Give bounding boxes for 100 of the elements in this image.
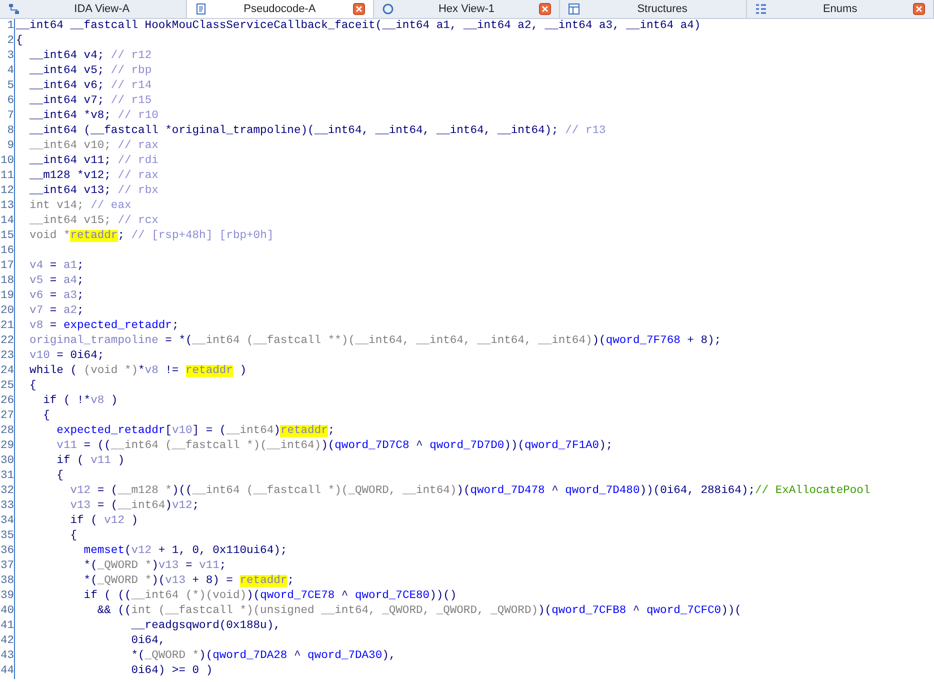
line-number: 35 bbox=[0, 529, 14, 544]
line-number: 19 bbox=[0, 289, 14, 304]
line-number: 40 bbox=[0, 604, 14, 619]
code-line: __int64 v15; // rcx bbox=[28, 214, 158, 229]
line-number: 12 bbox=[0, 184, 14, 199]
code-line: v5 = a4; bbox=[28, 274, 84, 289]
code-line: memset(v12 + 1, 0, 0x110ui64); bbox=[82, 544, 288, 559]
line-number: 37 bbox=[0, 559, 14, 574]
line-number: 29 bbox=[0, 439, 14, 454]
code-line: expected_retaddr[v10] = (__int64)retaddr; bbox=[56, 424, 335, 439]
line-number: 7 bbox=[6, 109, 14, 124]
code-line: if ( ((__int64 (*)(void))(qword_7CE78 ^ qword_7CE80))() bbox=[82, 589, 457, 604]
code-line: v8 = expected_retaddr; bbox=[28, 319, 179, 334]
code-line: *(_QWORD *)v13 = v11; bbox=[82, 559, 226, 574]
line-number: 20 bbox=[0, 304, 14, 319]
code-line: while ( (void *)*v8 != retaddr ) bbox=[28, 364, 247, 379]
tab[interactable]: Pseudocode-A bbox=[186, 0, 374, 18]
line-number: 33 bbox=[0, 499, 14, 514]
line-number: 2 bbox=[6, 34, 14, 49]
line-number: 34 bbox=[0, 514, 14, 529]
code-line: { bbox=[56, 469, 64, 484]
line-number: 31 bbox=[0, 469, 14, 484]
line-number: 39 bbox=[0, 589, 14, 604]
code-line: *(_QWORD *)(v13 + 8) = retaddr; bbox=[82, 574, 294, 589]
line-number: 44 bbox=[0, 664, 14, 679]
code-line: __m128 *v12; // rax bbox=[28, 169, 158, 184]
line-number: 24 bbox=[0, 364, 14, 379]
code-line: 0i64) >= 0 ) bbox=[130, 664, 213, 679]
line-number: 26 bbox=[0, 394, 14, 409]
line-number: 17 bbox=[0, 259, 14, 274]
code-line: int v14; // eax bbox=[28, 199, 132, 214]
tab-label: IDA View-A bbox=[73, 3, 131, 15]
code-line: && ((int (__fastcall *)(unsigned __int64, _QWORD, _QWORD, _QWORD))(qword_7CFB8 ^ qword_7CFC0))( bbox=[96, 604, 742, 619]
code-line: if ( !*v8 ) bbox=[42, 394, 118, 409]
line-number: 5 bbox=[6, 79, 14, 94]
tab-label: Pseudocode-A bbox=[242, 3, 317, 15]
code-line: __int64 (__fastcall *original_trampoline)(__int64, __int64, __int64, __int64); // r13 bbox=[28, 124, 606, 139]
code-line: __int64 v4; // r12 bbox=[28, 49, 152, 64]
code-line: __int64 v10; // rax bbox=[28, 139, 158, 154]
line-number: 8 bbox=[6, 124, 14, 139]
line-number: 25 bbox=[0, 379, 14, 394]
code-line: 0i64, bbox=[130, 634, 166, 649]
line-number: 43 bbox=[0, 649, 14, 664]
tab[interactable]: Enums bbox=[747, 0, 934, 18]
line-number: 9 bbox=[6, 139, 14, 154]
tab[interactable]: Structures bbox=[560, 0, 748, 18]
code-line: v12 = (__m128 *)((__int64 (__fastcall *)(_QWORD, __int64))(qword_7D478 ^ qword_7D480))(0i64, 288i64);// ExAllocatePool bbox=[69, 484, 870, 499]
tab-label: Structures bbox=[636, 3, 688, 15]
code-line: v6 = a3; bbox=[28, 289, 84, 304]
code-line: v10 = 0i64; bbox=[28, 349, 104, 364]
circle-icon bbox=[382, 3, 394, 15]
code-line: if ( v11 ) bbox=[56, 454, 124, 469]
line-number: 42 bbox=[0, 634, 14, 649]
code-line: original_trampoline = *(__int64 (__fastcall **)(__int64, __int64, __int64, __int64))(qword_7F768 + 8); bbox=[28, 334, 722, 349]
document-icon bbox=[194, 3, 207, 15]
line-number: 38 bbox=[0, 574, 14, 589]
tab[interactable]: Hex View-1 bbox=[374, 0, 560, 18]
code-line: v13 = (__int64)v12; bbox=[69, 499, 200, 514]
line-number: 16 bbox=[0, 244, 14, 259]
line-number: 36 bbox=[0, 544, 14, 559]
code-line: __int64 v11; // rdi bbox=[28, 154, 158, 169]
code-line: __int64 v5; // rbp bbox=[28, 64, 152, 79]
line-number: 14 bbox=[0, 214, 14, 229]
line-number: 11 bbox=[0, 169, 14, 184]
code-line: __int64 v7; // r15 bbox=[28, 94, 152, 109]
code-line: *(_QWORD *)(qword_7DA28 ^ qword_7DA30), bbox=[130, 649, 396, 664]
line-number: 23 bbox=[0, 349, 14, 364]
tab-label: Hex View-1 bbox=[437, 3, 496, 15]
table-icon bbox=[568, 3, 580, 15]
code-line: v7 = a2; bbox=[28, 304, 84, 319]
line-number: 30 bbox=[0, 454, 14, 469]
tab-label: Enums bbox=[822, 3, 858, 15]
line-number: 15 bbox=[0, 229, 14, 244]
line-number: 27 bbox=[0, 409, 14, 424]
line-number: 4 bbox=[6, 64, 14, 79]
code-line: v11 = ((__int64 (__fastcall *)(__int64))(qword_7D7C8 ^ qword_7D7D0))(qword_7F1A0); bbox=[56, 439, 613, 454]
list-icon bbox=[755, 3, 768, 15]
code-line: __int64 *v8; // r10 bbox=[28, 109, 158, 124]
line-number: 3 bbox=[6, 49, 14, 64]
line-number: 21 bbox=[0, 319, 14, 334]
line-number: 28 bbox=[0, 424, 14, 439]
code-line: __readgsqword(0x188u), bbox=[130, 619, 280, 634]
code-line: __int64 v13; // rbx bbox=[28, 184, 158, 199]
code-line: __int64 v6; // r14 bbox=[28, 79, 152, 94]
code-line: v4 = a1; bbox=[28, 259, 84, 274]
code-line: if ( v12 ) bbox=[69, 514, 138, 529]
close-icon[interactable] bbox=[539, 3, 552, 15]
close-icon[interactable] bbox=[912, 3, 925, 15]
graph-icon bbox=[8, 3, 20, 15]
line-number: 6 bbox=[6, 94, 14, 109]
code-line: { bbox=[28, 379, 36, 394]
line-number: 10 bbox=[0, 154, 14, 169]
close-icon[interactable] bbox=[352, 3, 365, 15]
line-number: 18 bbox=[0, 274, 14, 289]
line-number: 1 bbox=[6, 19, 14, 34]
code-line: { bbox=[16, 34, 23, 49]
code-line: void *retaddr; // [rsp+48h] [rbp+0h] bbox=[28, 229, 274, 244]
line-number: 22 bbox=[0, 334, 14, 349]
line-number: 13 bbox=[0, 199, 14, 214]
code-line: { bbox=[42, 409, 50, 424]
